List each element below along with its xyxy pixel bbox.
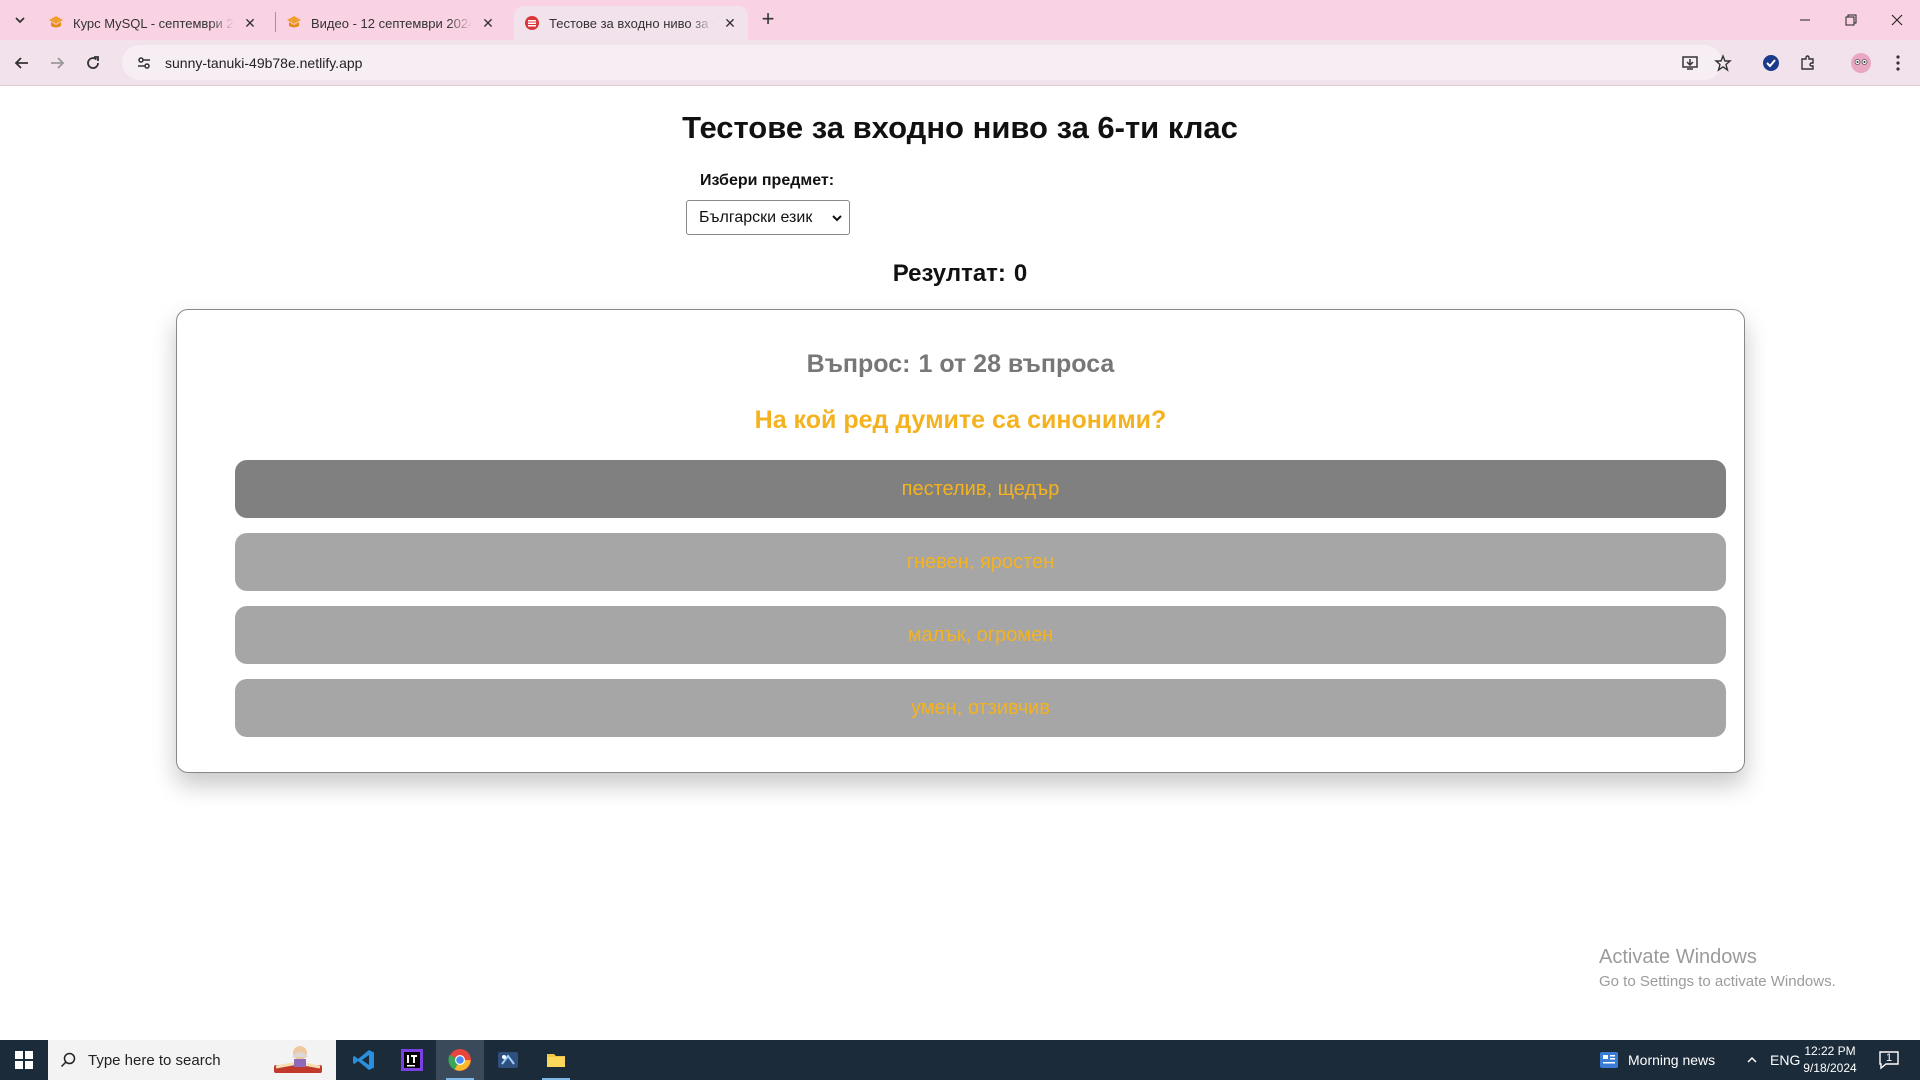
extension-check-icon[interactable] [1756, 48, 1786, 78]
news-icon [1600, 1052, 1618, 1068]
tab-search-chevron-icon[interactable] [8, 8, 32, 32]
input-language[interactable]: ENG [1770, 1040, 1800, 1080]
subject-selected-value: Български език [699, 208, 813, 226]
tab-close-icon[interactable]: ✕ [242, 15, 258, 31]
intellij-app-icon[interactable] [388, 1040, 436, 1080]
notifications-icon[interactable]: 1 [1878, 1040, 1899, 1080]
clock-date: 9/18/2024 [1803, 1061, 1857, 1075]
vscode-app-icon[interactable] [340, 1040, 388, 1080]
reload-icon[interactable] [78, 48, 108, 78]
bookmark-star-icon[interactable] [1708, 48, 1738, 78]
question-counter-label: Въпрос: [806, 350, 911, 378]
answer-option-1[interactable]: пестелив, щедър [235, 460, 1726, 518]
page-title: Тестове за входно ниво за 6-ти клас [682, 110, 1238, 145]
question-counter: Въпрос: 1 от 28 въпроса [177, 350, 1744, 379]
profile-avatar-icon[interactable] [1846, 48, 1876, 78]
watermark-subtitle: Go to Settings to activate Windows. [1599, 973, 1836, 990]
windows-taskbar: Type here to search Morning news ENG 12:… [0, 1040, 1920, 1080]
search-icon [48, 1052, 88, 1068]
question-counter-text: 1 от 28 въпроса [918, 350, 1115, 378]
snipping-tool-app-icon[interactable] [484, 1040, 532, 1080]
tab-close-icon[interactable]: ✕ [722, 15, 738, 31]
back-arrow-icon[interactable] [7, 48, 37, 78]
browser-toolbar: sunny-tanuki-49b78e.netlify.app [0, 40, 1920, 86]
chevron-down-icon [831, 210, 843, 231]
news-text: Morning news [1628, 1052, 1716, 1068]
tab-close-icon[interactable]: ✕ [480, 15, 496, 31]
course-favicon-icon [286, 15, 302, 31]
system-clock[interactable]: 12:22 PM 9/18/2024 [1800, 1043, 1860, 1077]
answer-option-2[interactable]: гневен, яростен [235, 533, 1726, 591]
news-widget[interactable]: Morning news [1600, 1040, 1715, 1080]
restore-icon[interactable] [1828, 0, 1874, 40]
subject-select[interactable]: Български език [686, 200, 850, 235]
close-window-icon[interactable] [1874, 0, 1920, 40]
site-settings-icon[interactable] [130, 55, 158, 71]
browser-tabstrip: Курс MySQL - септември 2024 ✕ Видео - 12… [0, 0, 1920, 40]
search-highlight-illustration-icon [270, 1043, 326, 1080]
chrome-app-icon[interactable] [436, 1040, 484, 1080]
score-display: Резултат: 0 [0, 260, 1920, 288]
tab-title: Курс MySQL - септември 2024 [73, 15, 234, 31]
score-label: Резултат: [892, 260, 1006, 287]
tab-title: Тестове за входно ниво за 6-ти [549, 15, 714, 31]
watermark-title: Activate Windows [1599, 946, 1757, 968]
url-text: sunny-tanuki-49b78e.netlify.app [165, 54, 363, 71]
activate-windows-watermark: Activate Windows Go to Settings to activ… [1599, 946, 1836, 990]
file-explorer-app-icon[interactable] [532, 1040, 580, 1080]
answer-option-3[interactable]: малък, огромен [235, 606, 1726, 664]
browser-menu-kebab-icon[interactable] [1883, 48, 1913, 78]
notification-count: 1 [1886, 1052, 1893, 1064]
search-placeholder: Type here to search [88, 1051, 221, 1069]
course-favicon-icon [48, 15, 64, 31]
clock-time: 12:22 PM [1804, 1044, 1856, 1058]
tab-title: Видео - 12 септември 2024 - H [311, 15, 472, 31]
subject-label: Избери предмет: [700, 172, 835, 189]
show-hidden-icons-chevron-icon[interactable] [1746, 1040, 1758, 1080]
taskbar-search-box[interactable]: Type here to search [48, 1040, 336, 1080]
new-tab-plus-icon[interactable]: + [756, 8, 780, 32]
extensions-puzzle-icon[interactable] [1793, 48, 1823, 78]
windows-start-icon[interactable] [0, 1040, 48, 1080]
install-app-icon[interactable] [1675, 48, 1705, 78]
question-text: На кой ред думите са синоними? [754, 406, 1167, 434]
tab-mysql-course[interactable]: Курс MySQL - септември 2024 ✕ [38, 6, 268, 40]
tab-entry-tests[interactable]: Тестове за входно ниво за 6-ти ✕ [514, 6, 748, 40]
quiz-card: Въпрос: 1 от 28 въпроса На кой ред думите… [176, 309, 1745, 773]
answer-option-4[interactable]: умен, отзивчив [235, 679, 1726, 737]
minimize-icon[interactable] [1782, 0, 1828, 40]
forward-arrow-icon[interactable] [42, 48, 72, 78]
page-favicon-icon [524, 15, 540, 31]
address-bar[interactable]: sunny-tanuki-49b78e.netlify.app [122, 45, 1722, 80]
tab-video-lecture[interactable]: Видео - 12 септември 2024 - H ✕ [276, 6, 506, 40]
score-value: 0 [1013, 260, 1028, 287]
